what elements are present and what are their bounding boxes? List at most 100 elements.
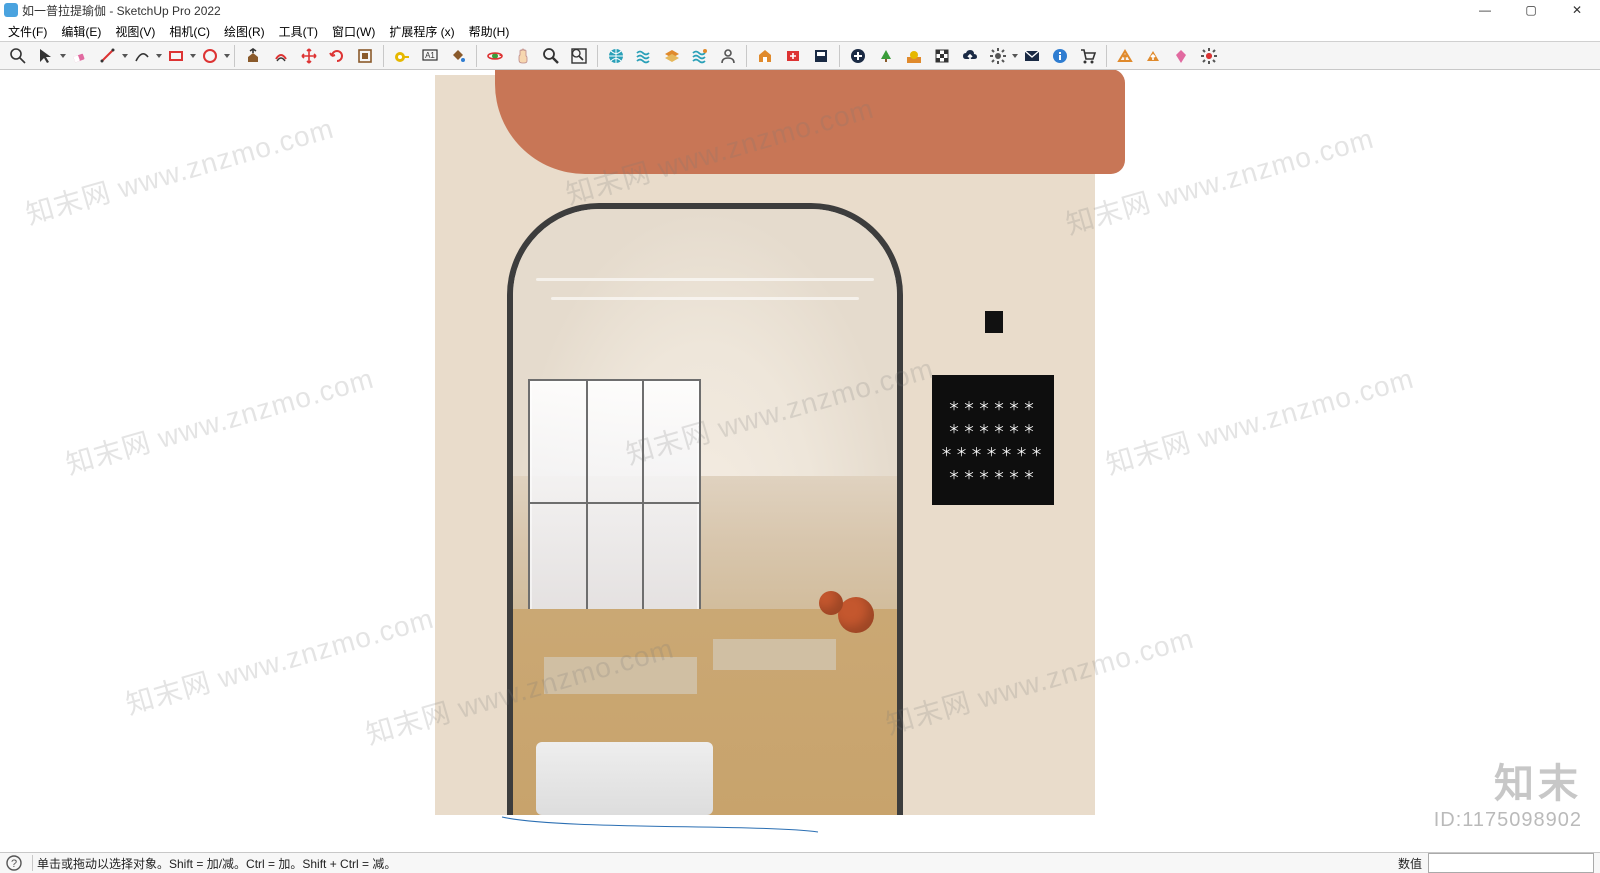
maximize-button[interactable]: ▢ [1508,0,1554,20]
send-to-layout-icon [812,47,830,65]
toolbar-separator [597,45,598,67]
scale-button[interactable] [352,43,378,69]
toolbar-group [481,42,593,69]
line-button[interactable] [95,43,121,69]
tree-button[interactable] [873,43,899,69]
zoom-button[interactable] [538,43,564,69]
measurement-input[interactable] [1428,853,1594,873]
rotate-button[interactable] [324,43,350,69]
waves-button[interactable] [631,43,657,69]
model-door-interior [513,209,897,815]
rectangle-button[interactable] [163,43,189,69]
menu-item[interactable]: 视图(V) [109,22,161,41]
arc-icon [133,47,151,65]
circle-button[interactable] [197,43,223,69]
toolbar-separator [234,45,235,67]
menu-item[interactable]: 扩展程序 (x) [383,22,460,41]
sun-button[interactable] [901,43,927,69]
model-storefront: ＊＊＊＊＊＊＊＊＊＊＊＊＊＊＊＊＊＊＊＊＊＊＊＊＊ [435,75,1095,815]
offset-icon [272,47,290,65]
model-cove-light [536,278,874,281]
zoom-extents-button[interactable] [566,43,592,69]
model-ground-edge [500,814,820,834]
help-icon[interactable]: ? [4,853,24,873]
mail-button[interactable] [1019,43,1045,69]
search-icon [9,47,27,65]
cloud-up-button[interactable] [957,43,983,69]
checker-button[interactable] [929,43,955,69]
text-icon [421,47,439,65]
menu-item[interactable]: 文件(F) [2,22,53,41]
toolbar-group [1111,42,1223,69]
status-hint: 单击或拖动以选择对象。Shift = 加/减。Ctrl = 加。Shift + … [37,855,396,872]
dropdown-caret-icon[interactable] [1012,44,1018,68]
pushpull-button[interactable] [240,43,266,69]
title-bar: 如一普拉提瑜伽 - SketchUp Pro 2022 — ▢ ✕ [0,0,1600,21]
menu-item[interactable]: 窗口(W) [326,22,381,41]
menu-item[interactable]: 编辑(E) [55,22,107,41]
offset-button[interactable] [268,43,294,69]
model-pilates-reformer [544,657,698,693]
model-exercise-ball [838,597,874,633]
dropdown-caret-icon[interactable] [156,44,162,68]
menu-item[interactable]: 相机(C) [163,22,216,41]
export-orange-button[interactable] [1112,43,1138,69]
tape-measure-button[interactable] [389,43,415,69]
close-button[interactable]: ✕ [1554,0,1600,20]
toolbar-group [4,42,230,69]
globe-button[interactable] [603,43,629,69]
cart-icon [1079,47,1097,65]
model-pilates-reformer [713,639,836,669]
sun-icon [905,47,923,65]
status-bar: ? 单击或拖动以选择对象。Shift = 加/减。Ctrl = 加。Shift … [0,852,1600,873]
user-button[interactable] [715,43,741,69]
eraser-icon [71,47,89,65]
orbit-button[interactable] [482,43,508,69]
diamond-pink-button[interactable] [1168,43,1194,69]
gear-button[interactable] [985,43,1011,69]
watermark-brand-name: 知末 [1434,751,1582,809]
dropdown-caret-icon[interactable] [224,44,230,68]
dropdown-caret-icon[interactable] [122,44,128,68]
gear-icon [989,47,1007,65]
plus-circle-button[interactable] [845,43,871,69]
minimize-button[interactable]: — [1462,0,1508,20]
move-button[interactable] [296,43,322,69]
model-canvas[interactable]: ＊＊＊＊＊＊＊＊＊＊＊＊＊＊＊＊＊＊＊＊＊＊＊＊＊ 知末网 www.znzmo.… [0,70,1600,856]
info-button[interactable] [1047,43,1073,69]
dropdown-caret-icon[interactable] [60,44,66,68]
gear-red-button[interactable] [1196,43,1222,69]
send-to-layout-button[interactable] [808,43,834,69]
menu-item[interactable]: 帮助(H) [463,22,516,41]
toolbar-separator [476,45,477,67]
search-button[interactable] [5,43,31,69]
arc-button[interactable] [129,43,155,69]
export-orange2-button[interactable] [1140,43,1166,69]
info-icon [1051,47,1069,65]
cart-button[interactable] [1075,43,1101,69]
scale-icon [356,47,374,65]
toolbar-separator [839,45,840,67]
toolbar-group [751,42,835,69]
text-button[interactable] [417,43,443,69]
pan-icon [514,47,532,65]
window-controls: — ▢ ✕ [1462,0,1600,20]
cloud-up-icon [961,47,979,65]
extension-warehouse-button[interactable] [780,43,806,69]
paint-bucket-button[interactable] [445,43,471,69]
menu-item[interactable]: 绘图(R) [218,22,271,41]
menu-item[interactable]: 工具(T) [273,22,324,41]
warehouse-button[interactable] [752,43,778,69]
select-button[interactable] [33,43,59,69]
waves2-button[interactable] [687,43,713,69]
dropdown-caret-icon[interactable] [190,44,196,68]
eraser-button[interactable] [67,43,93,69]
viewport[interactable]: 瑜伽 [0,70,1600,856]
toolbar-group [844,42,1102,69]
pan-button[interactable] [510,43,536,69]
menu-bar: 文件(F)编辑(E)视图(V)相机(C)绘图(R)工具(T)窗口(W)扩展程序 … [0,21,1600,42]
toolbar-group [239,42,379,69]
checker-icon [933,47,951,65]
layers-button[interactable] [659,43,685,69]
tree-icon [877,47,895,65]
